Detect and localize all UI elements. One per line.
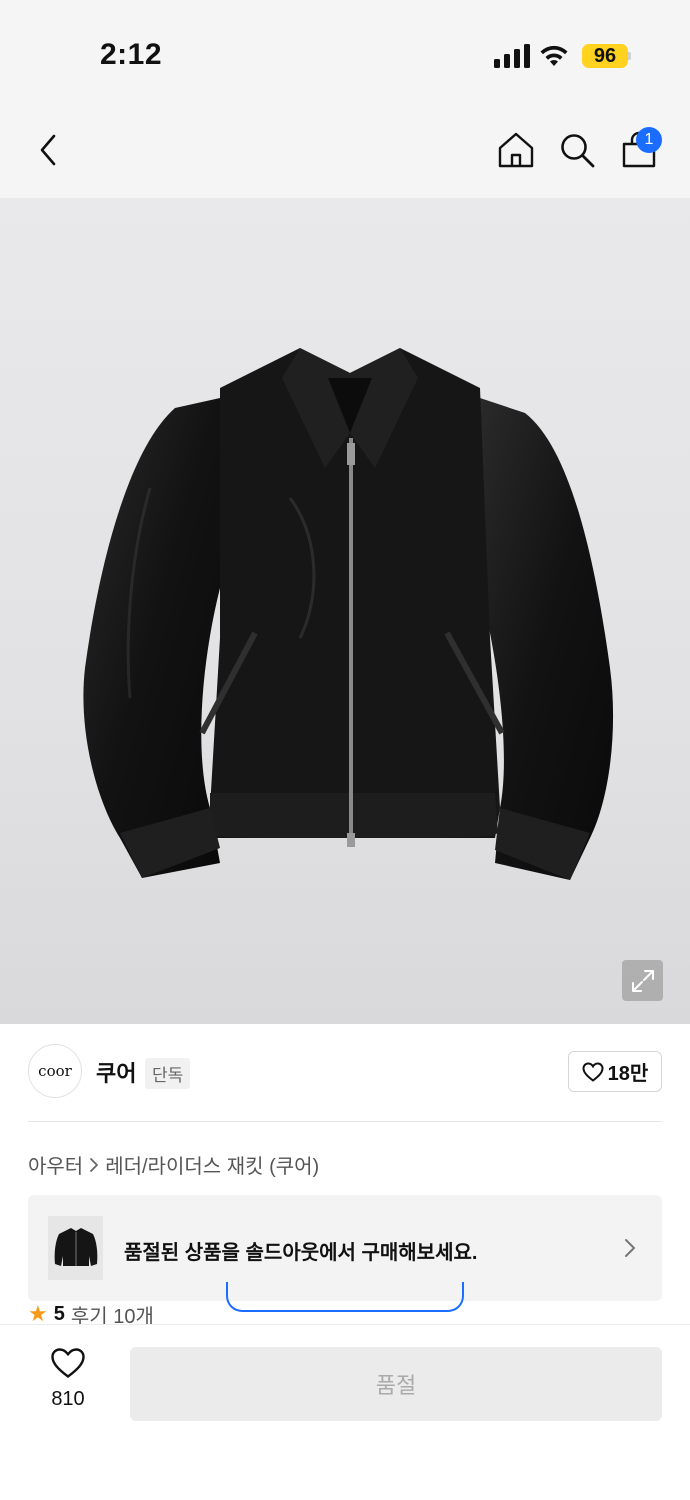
heart-icon: [51, 1348, 85, 1378]
back-button[interactable]: [26, 128, 70, 172]
brand-logo[interactable]: coor: [28, 1044, 82, 1098]
expand-icon: [631, 969, 654, 992]
cart-count-badge: 1: [636, 127, 662, 153]
brand-name[interactable]: 쿠어: [96, 1056, 136, 1088]
status-time: 2:12: [100, 38, 163, 71]
exclusive-badge: 단독: [145, 1058, 191, 1089]
star-icon: ★: [28, 1302, 48, 1326]
heart-icon: [582, 1061, 604, 1082]
search-icon: [561, 134, 595, 168]
breadcrumb-subcategory[interactable]: 레더/라이더스 재킷 (쿠어): [105, 1150, 319, 1179]
status-bar: 2:12 96: [0, 0, 690, 100]
battery-icon: 96: [582, 44, 628, 68]
brand-like-count: 18만: [607, 1063, 649, 1085]
search-button[interactable]: [555, 128, 599, 172]
jacket-thumbnail-icon: [54, 1228, 97, 1266]
home-icon: [498, 132, 534, 168]
wish-count: 810: [51, 1388, 85, 1410]
brand-row: coor 쿠어 단독 18만: [28, 1044, 662, 1098]
brand-logo-text: coor: [38, 1062, 72, 1080]
wish-button[interactable]: 810: [36, 1347, 100, 1427]
breadcrumb: 아우터 레더/라이더스 재킷 (쿠어): [28, 1150, 319, 1179]
wifi-icon: [540, 45, 568, 66]
zoom-button[interactable]: [622, 960, 663, 1001]
chevron-left-icon: [40, 134, 56, 166]
leather-jacket-image: [83, 348, 614, 880]
buy-button-label: 품절: [375, 1373, 417, 1398]
rating-score: 5: [53, 1302, 65, 1325]
banner-thumbnail: [48, 1216, 103, 1280]
top-nav-bar: [0, 100, 690, 198]
banner-text: 품절된 상품을 솔드아웃에서 구매해보세요.: [124, 1242, 478, 1264]
home-button[interactable]: [494, 128, 538, 172]
bottom-action-bar: 810 품절: [0, 1324, 690, 1500]
divider: [28, 1121, 662, 1122]
review-count: 후기 10개: [70, 1305, 154, 1327]
cellular-signal-icon: [494, 44, 530, 68]
brand-like-button[interactable]: 18만: [568, 1051, 662, 1092]
chevron-right-icon: [625, 1239, 635, 1257]
chevron-right-icon: [90, 1157, 99, 1172]
soldout-buy-button[interactable]: 품절: [130, 1347, 662, 1421]
battery-tip: [628, 52, 631, 60]
breadcrumb-category[interactable]: 아우터: [28, 1150, 83, 1179]
rating-row[interactable]: ★ 5 후기 10개: [28, 1302, 154, 1327]
product-image[interactable]: [0, 198, 690, 1024]
partial-button-outline: [226, 1282, 464, 1312]
